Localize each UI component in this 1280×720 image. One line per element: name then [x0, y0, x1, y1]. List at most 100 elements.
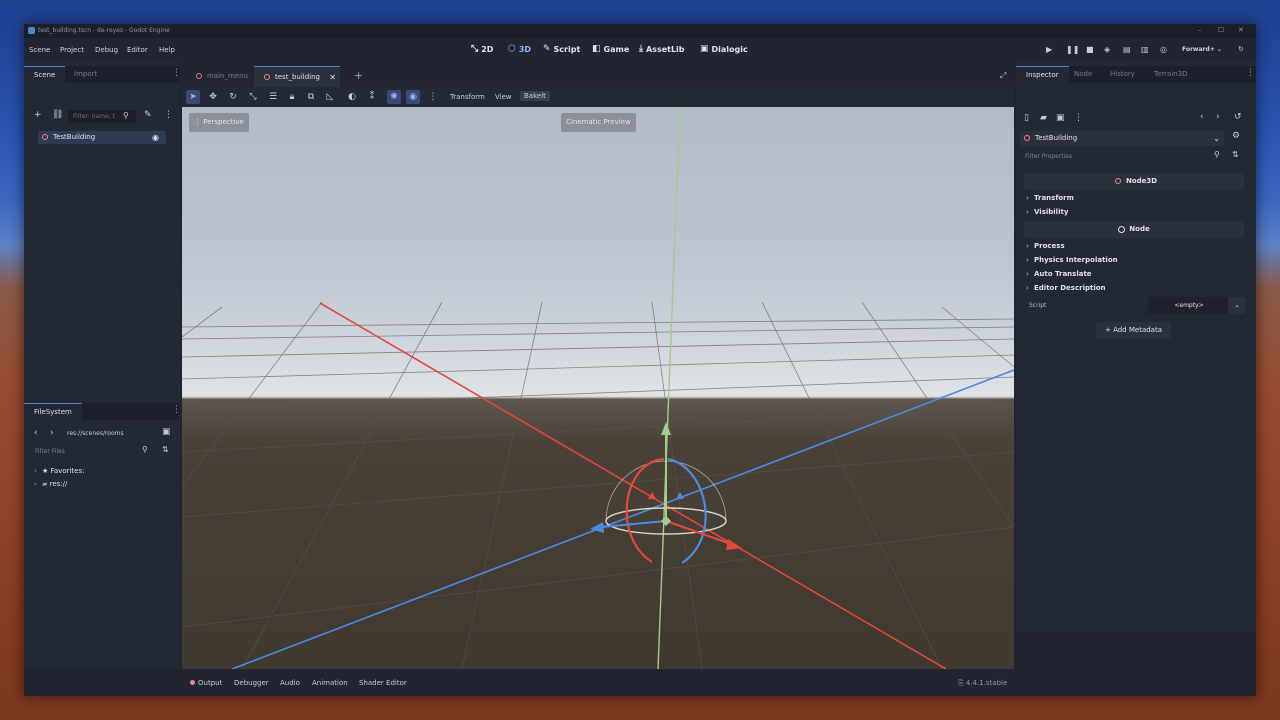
run-current-scene-button[interactable]: ▤	[1123, 45, 1131, 54]
rotate-mode-icon[interactable]: ↻	[226, 90, 240, 104]
left-dock: Scene Import ⋮ + ⛓ Filter: name, t ⚲ ✎ ⋮…	[24, 62, 181, 696]
save-icon[interactable]: ▣	[1056, 113, 1065, 123]
3d-icon: ⬡	[508, 44, 516, 54]
movie-maker-button[interactable]: ◎	[1160, 45, 1167, 54]
object-selector[interactable]: TestBuilding ⌄	[1020, 131, 1224, 146]
minimize-icon[interactable]: –	[1198, 26, 1202, 34]
tab-filesystem[interactable]: FileSystem	[24, 403, 82, 421]
lock-icon[interactable]: 🔒︎	[285, 90, 299, 104]
audio-tab[interactable]: Audio	[280, 679, 300, 687]
menu-scene[interactable]: Scene	[29, 46, 50, 54]
open-folder-icon[interactable]: ▰	[1040, 113, 1047, 123]
run-specific-scene-button[interactable]: ▥	[1141, 45, 1149, 54]
filesystem-path[interactable]: res://scenes/rooms	[67, 430, 124, 437]
expand-arrow-icon: ›	[34, 467, 37, 475]
scale-mode-icon[interactable]: ⤡	[246, 90, 260, 104]
maximize-icon[interactable]: ☐	[1218, 26, 1224, 34]
script-value-field[interactable]: <empty> ⌄	[1148, 297, 1246, 314]
cinematic-preview-toggle[interactable]: Cinematic Preview	[561, 113, 636, 132]
tab-import[interactable]: Import	[64, 66, 107, 83]
group-process[interactable]: › Process	[1026, 242, 1065, 250]
environment-preview-icon[interactable]: ◉	[406, 90, 420, 104]
filesystem-menu-icon[interactable]: ⋮	[172, 405, 181, 415]
output-tab[interactable]: Output	[190, 679, 222, 687]
close-icon[interactable]: ✕	[1238, 26, 1244, 34]
add-node-icon[interactable]: +	[34, 110, 42, 120]
workspace-dialogic[interactable]: ▣ Dialogic	[700, 44, 748, 54]
dock-menu-icon[interactable]: ⋮	[172, 68, 181, 78]
scene-menu-icon[interactable]: ⋮	[164, 110, 173, 120]
renderer-select[interactable]: Forward+ ⌄	[1182, 46, 1222, 53]
tree-root-node[interactable]: TestBuilding ◉	[38, 131, 166, 144]
group-editor-description[interactable]: › Editor Description	[1026, 284, 1106, 292]
sort-icon[interactable]: ⇅	[162, 445, 169, 454]
inspector-menu-icon[interactable]: ⋮	[1246, 68, 1255, 78]
pause-button[interactable]: ❚❚	[1066, 45, 1079, 54]
animation-tab[interactable]: Animation	[312, 679, 348, 687]
script-attach-icon[interactable]: ✎	[144, 110, 152, 120]
debugger-tab[interactable]: Debugger	[234, 679, 269, 687]
add-tab-icon[interactable]: +	[354, 69, 363, 82]
list-select-icon[interactable]: ☰	[266, 90, 280, 104]
close-tab-icon[interactable]: ✕	[329, 67, 336, 88]
view-menu[interactable]: View	[495, 93, 512, 101]
tab-history[interactable]: History	[1100, 66, 1145, 83]
menu-debug[interactable]: Debug	[95, 46, 118, 54]
back-icon[interactable]: ‹	[34, 428, 38, 438]
group-visibility[interactable]: › Visibility	[1026, 208, 1068, 216]
object-history-icon[interactable]: ↺	[1234, 112, 1242, 122]
move-mode-icon[interactable]: ✥	[206, 90, 220, 104]
link-icon[interactable]: ⛓	[52, 110, 63, 120]
tab-main-menu[interactable]: main_menu	[186, 66, 258, 87]
tab-node[interactable]: Node	[1064, 66, 1102, 83]
tab-inspector[interactable]: Inspector	[1016, 66, 1069, 84]
favorites-item[interactable]: › ★ Favorites:	[34, 465, 174, 478]
workspace-3d[interactable]: ⬡ 3D	[508, 44, 531, 54]
filesystem-filter-input[interactable]: Filter Files	[30, 445, 150, 458]
workspace-assetlib[interactable]: ⤓ AssetLib	[639, 44, 685, 54]
ruler-icon[interactable]: ◺	[323, 90, 337, 104]
visibility-eye-icon[interactable]: ◉	[152, 131, 159, 144]
perspective-menu[interactable]: ⋮ Perspective	[189, 113, 249, 132]
extra-menu-icon[interactable]: ⋮	[1074, 113, 1083, 123]
history-forward-icon[interactable]: ›	[1216, 112, 1220, 122]
run-project-button[interactable]: ▶	[1046, 45, 1052, 54]
add-metadata-button[interactable]: + Add Metadata	[1096, 322, 1171, 339]
sun-preview-icon[interactable]: ✺	[387, 90, 401, 104]
3d-viewport[interactable]: ⋮ Perspective Cinematic Preview	[182, 107, 1014, 669]
transform-gizmo[interactable]	[590, 422, 742, 564]
script-dropdown-icon[interactable]: ⌄	[1228, 297, 1246, 314]
object-info-icon[interactable]: ⚙	[1232, 131, 1240, 141]
workspace-game[interactable]: ◧ Game	[592, 44, 629, 54]
inspector-sort-icon[interactable]: ⇅	[1232, 150, 1239, 159]
menu-editor[interactable]: Editor	[127, 46, 148, 54]
forward-icon[interactable]: ›	[50, 428, 54, 438]
distraction-free-icon[interactable]: ⤢	[1000, 71, 1006, 81]
tab-scene[interactable]: Scene	[24, 66, 66, 84]
group-icon[interactable]: ⧉	[304, 90, 318, 104]
new-resource-icon[interactable]: ▯	[1024, 113, 1029, 123]
tab-terrain3d[interactable]: Terrain3D	[1144, 66, 1198, 83]
history-back-icon[interactable]: ‹	[1200, 112, 1204, 122]
split-mode-icon[interactable]: ▣	[162, 427, 171, 437]
group-physics-interpolation[interactable]: › Physics Interpolation	[1026, 256, 1118, 264]
bakelt-button[interactable]: Bakelt	[520, 91, 550, 101]
group-auto-translate[interactable]: › Auto Translate	[1026, 270, 1092, 278]
select-mode-icon[interactable]: ➤	[186, 90, 200, 104]
toolbar-menu-icon[interactable]: ⋮	[426, 90, 440, 104]
stop-button[interactable]: ■	[1086, 45, 1094, 54]
menu-help[interactable]: Help	[159, 46, 175, 54]
copy-icon[interactable]: ⎘	[958, 679, 964, 687]
workspace-script[interactable]: ✎ Script	[543, 44, 580, 54]
snap-icon[interactable]: ⁑	[365, 90, 379, 104]
workspace-2d[interactable]: ⤡ 2D	[471, 44, 493, 54]
tab-test-building[interactable]: test_building ✕	[254, 66, 340, 88]
menu-project[interactable]: Project	[60, 46, 84, 54]
res-root-item[interactable]: › ▰ res://	[34, 478, 174, 491]
transform-menu[interactable]: Transform	[450, 93, 485, 101]
remote-debug-button[interactable]: ◈	[1104, 45, 1110, 54]
shader-editor-tab[interactable]: Shader Editor	[359, 679, 407, 687]
local-space-icon[interactable]: ◐	[345, 90, 359, 104]
group-transform[interactable]: › Transform	[1026, 194, 1074, 202]
inspector-filter-input[interactable]: Filter Properties	[1020, 150, 1210, 163]
